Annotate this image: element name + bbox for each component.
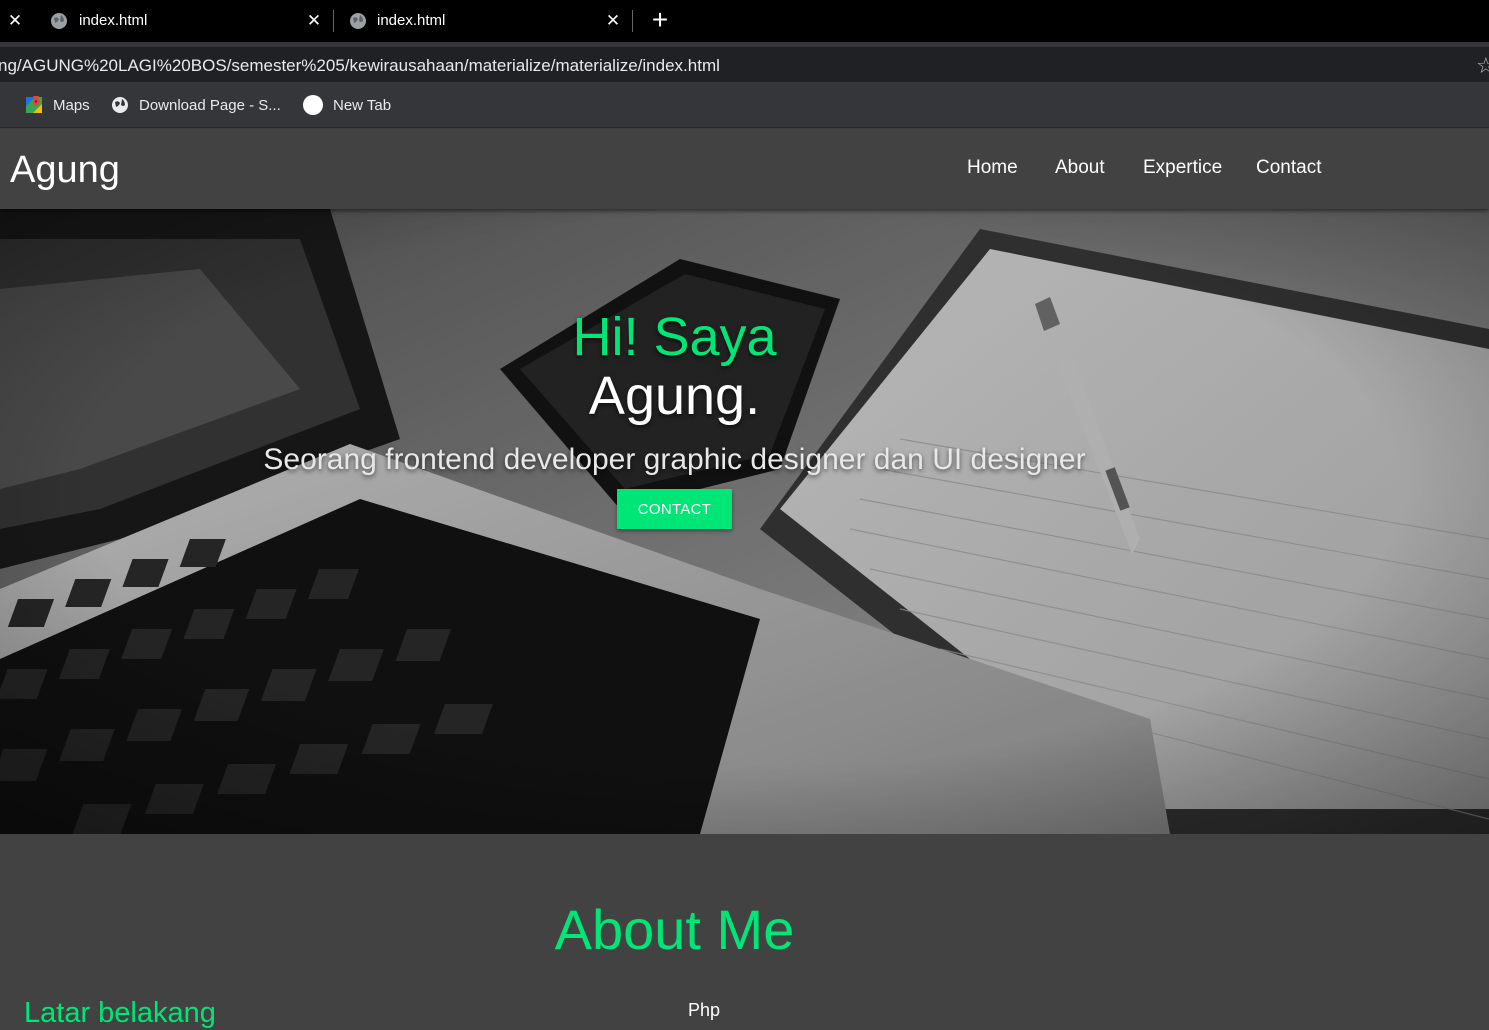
circle-icon [303,95,323,115]
bookmark-label: New Tab [333,96,392,114]
hero-name: Agung. [588,366,761,426]
hero-section: Hi! Saya Agung. Seorang frontend develop… [0,209,1489,834]
browser-tab-bar: ✕ index.html ✕ index.html ✕ + [0,0,1489,42]
brand-logo[interactable]: Agung [10,149,120,192]
tab-separator [333,10,334,32]
new-tab-plus-icon[interactable]: + [647,6,673,34]
tab-title: index.html [377,12,446,29]
close-tab-icon[interactable]: ✕ [603,11,623,31]
site-navbar: Agung Home About Expertice Contact [0,129,1489,209]
nav-link-expertice[interactable]: Expertice [1143,157,1222,179]
bookmark-download-page[interactable]: Download Page - S... [111,94,281,116]
about-left-heading: Latar belakang [24,997,216,1029]
bookmark-label: Download Page - S... [139,96,281,114]
bookmark-label: Maps [53,96,90,114]
globe-icon [350,13,366,29]
hero-background-image [0,209,1489,834]
bookmark-star-icon[interactable]: ☆ [1476,53,1489,79]
bookmark-new-tab[interactable]: New Tab [303,94,391,116]
nav-link-contact[interactable]: Contact [1256,157,1321,179]
close-tab-icon[interactable]: ✕ [5,11,25,31]
skill-label: Php [688,1000,721,1020]
close-tab-icon[interactable]: ✕ [304,11,324,31]
tab-title: index.html [79,12,148,29]
bookmark-maps[interactable]: Maps [25,94,90,116]
globe-icon [112,97,128,113]
hero-greeting: Hi! Saya [572,307,777,367]
globe-icon [51,13,67,29]
about-title: About Me [554,898,795,961]
google-maps-icon [26,96,42,113]
truncated-bookmark[interactable] [0,94,2,114]
nav-link-about[interactable]: About [1055,157,1105,179]
bookmarks-bar: Maps Download Page - S... New Tab [0,82,1489,128]
tab-separator [632,10,633,32]
nav-link-home[interactable]: Home [967,157,1018,179]
address-bar[interactable]: ng/AGUNG%20LAGI%20BOS/semester%205/kewir… [0,42,1489,82]
url-text[interactable]: ng/AGUNG%20LAGI%20BOS/semester%205/kewir… [0,56,720,76]
hero-subtitle: Seorang frontend developer graphic desig… [263,443,1086,476]
contact-button[interactable]: CONTACT [617,489,732,529]
